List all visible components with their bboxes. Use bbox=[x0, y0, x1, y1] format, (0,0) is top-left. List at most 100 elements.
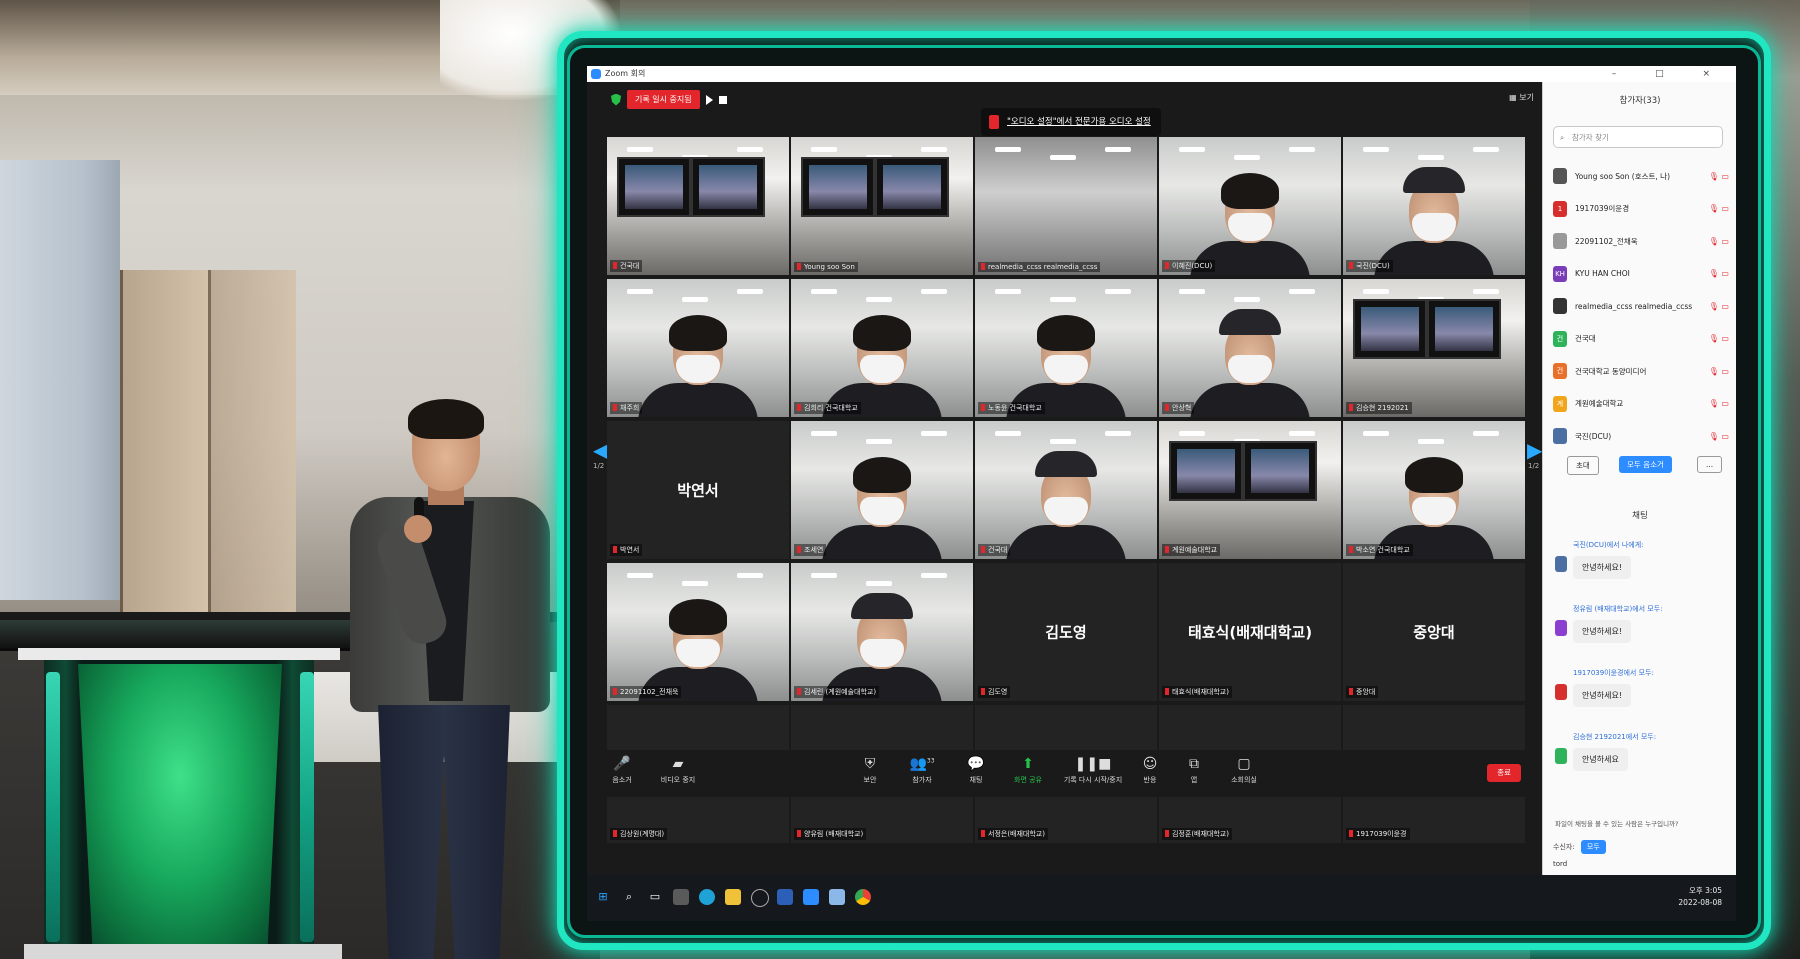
muted-mic-video-icon[interactable]: 🎙 ▭ bbox=[1709, 302, 1729, 311]
breakout-rooms-button[interactable]: ▢ 소회의실 bbox=[1219, 756, 1269, 785]
participant-name-label: 김상원(계명대) bbox=[610, 828, 668, 840]
task-view-icon[interactable]: ▭ bbox=[647, 889, 663, 905]
participant-video-tile[interactable]: 이혜진(DCU) bbox=[1159, 137, 1341, 275]
ceiling-light bbox=[627, 573, 653, 578]
ceiling-light bbox=[1289, 289, 1315, 294]
participant-video-tile[interactable]: 채주희 bbox=[607, 279, 789, 417]
shield-icon[interactable] bbox=[611, 93, 621, 106]
chat-input[interactable]: tord bbox=[1553, 860, 1567, 868]
camera-feed bbox=[1343, 137, 1525, 275]
participants-button[interactable]: 👥33 참가자 bbox=[897, 756, 947, 785]
avatar: 계 bbox=[1553, 395, 1567, 412]
audio-notice[interactable]: "오디오 설정"에서 전문가용 오디오 설정 bbox=[981, 108, 1161, 136]
ceiling-light bbox=[995, 289, 1021, 294]
muted-mic-video-icon[interactable]: 🎙 ▭ bbox=[1709, 204, 1729, 213]
stop-recording-icon[interactable] bbox=[718, 95, 727, 104]
participant-video-tile[interactable]: 국진(DCU) bbox=[1343, 137, 1525, 275]
resume-recording-icon[interactable] bbox=[705, 94, 713, 105]
search-icon: ⌕ bbox=[1560, 133, 1565, 142]
muted-mic-video-icon[interactable]: 🎙 ▭ bbox=[1709, 367, 1729, 376]
participant-name: 건국대학교 동양미디어 bbox=[1575, 366, 1647, 376]
view-button[interactable]: ▦ 보기 bbox=[1509, 92, 1534, 103]
window-controls[interactable]: – □ × bbox=[1612, 66, 1728, 82]
participant-video-tile[interactable]: Young soo Son bbox=[791, 137, 973, 275]
participant-list-item[interactable]: 건 건국대학교 동양미디어 🎙 ▭ bbox=[1553, 355, 1729, 388]
word-icon[interactable] bbox=[777, 889, 793, 905]
muted-mic-video-icon[interactable]: 🎙 ▭ bbox=[1709, 269, 1729, 278]
security-button[interactable]: ⛨ 보안 bbox=[845, 756, 895, 785]
mute-button[interactable]: 🎤 음소거 bbox=[597, 756, 647, 785]
participant-video-tile[interactable]: 노동윤 건국대학교 bbox=[975, 279, 1157, 417]
muted-mic-video-icon[interactable]: 🎙 ▭ bbox=[1709, 432, 1729, 441]
close-button[interactable]: × bbox=[1702, 69, 1728, 79]
chat-sender[interactable]: 정유림 (배재대학교)에서 모두: bbox=[1573, 604, 1727, 614]
participant-hair bbox=[1221, 173, 1279, 209]
maximize-button[interactable]: □ bbox=[1655, 69, 1682, 79]
chat-sender[interactable]: 1917039이윤경에서 모두: bbox=[1573, 668, 1727, 678]
participant-video-tile[interactable]: 태효식(배재대학교) 태효식(배재대학교) bbox=[1159, 563, 1341, 701]
participant-video-tile[interactable]: realmedia_ccss realmedia_ccss bbox=[975, 137, 1157, 275]
participant-list-item[interactable]: 계 계원예술대학교 🎙 ▭ bbox=[1553, 388, 1729, 421]
end-meeting-button[interactable]: 종료 bbox=[1487, 764, 1521, 782]
apps-button[interactable]: ⧉ 앱 bbox=[1169, 756, 1219, 785]
participant-list-item[interactable]: Young soo Son (호스트, 나) 🎙 ▭ bbox=[1553, 160, 1729, 193]
participant-list-item[interactable]: KH KYU HAN CHOI 🎙 ▭ bbox=[1553, 258, 1729, 291]
chrome-icon[interactable] bbox=[855, 889, 871, 905]
participant-name-label: 계원예술대학교 bbox=[1162, 544, 1221, 556]
camera-feed bbox=[607, 279, 789, 417]
store-icon[interactable] bbox=[673, 889, 689, 905]
participant-list-item[interactable]: 1 1917039이윤경 🎙 ▭ bbox=[1553, 193, 1729, 226]
participant-list-item[interactable]: realmedia_ccss realmedia_ccss 🎙 ▭ bbox=[1553, 290, 1729, 323]
mute-all-button[interactable]: 모두 음소거 bbox=[1619, 456, 1672, 473]
muted-mic-video-icon[interactable]: 🎙 ▭ bbox=[1709, 237, 1729, 246]
participant-display-name: 중앙대 bbox=[1413, 623, 1455, 642]
zoom-icon[interactable] bbox=[803, 889, 819, 905]
zoom-app-icon bbox=[591, 69, 601, 79]
ceiling-light bbox=[737, 289, 763, 294]
reactions-button[interactable]: ☺ 반응 bbox=[1125, 756, 1175, 785]
participant-video-tile[interactable]: 조세연 bbox=[791, 421, 973, 559]
invite-button[interactable]: 초대 bbox=[1567, 456, 1599, 475]
participant-list-item[interactable]: 22091102_전채욱 🎙 ▭ bbox=[1553, 225, 1729, 258]
participant-video-tile[interactable]: 안상혁 bbox=[1159, 279, 1341, 417]
participant-video-tile[interactable]: 건국대 bbox=[975, 421, 1157, 559]
participant-list-item[interactable]: 건 건국대 🎙 ▭ bbox=[1553, 323, 1729, 356]
share-screen-button[interactable]: ⬆ 화면 공유 bbox=[1003, 756, 1053, 785]
participants-label: 참가자 bbox=[912, 776, 932, 784]
participant-search-input[interactable]: ⌕ 참가자 찾기 bbox=[1553, 126, 1723, 148]
muted-mic-video-icon[interactable]: 🎙 ▭ bbox=[1709, 334, 1729, 343]
participant-video-tile[interactable]: 22091102_전채욱 bbox=[607, 563, 789, 701]
stop-video-button[interactable]: ▰ 비디오 중지 bbox=[653, 756, 703, 785]
participant-video-tile[interactable]: 계원예술대학교 bbox=[1159, 421, 1341, 559]
participant-list-item[interactable]: 국진(DCU) 🎙 ▭ bbox=[1553, 420, 1729, 453]
participant-video-tile[interactable]: 박연서 박연서 bbox=[607, 421, 789, 559]
participant-video-tile[interactable]: 김도영 김도영 bbox=[975, 563, 1157, 701]
participant-video-tile[interactable]: 박소연 건국대학교 bbox=[1343, 421, 1525, 559]
chat-sender[interactable]: 국진(DCU)에서 나에게: bbox=[1573, 540, 1727, 550]
chat-sender[interactable]: 김승현 2192021에서 모두: bbox=[1573, 732, 1727, 742]
explorer-icon[interactable] bbox=[725, 889, 741, 905]
participant-name-label: 채주희 bbox=[610, 402, 643, 414]
minimize-button[interactable]: – bbox=[1612, 69, 1635, 79]
app-icon[interactable] bbox=[751, 889, 769, 907]
participant-video-tile[interactable]: 건국대 bbox=[607, 137, 789, 275]
chat-button[interactable]: 💬 채팅 bbox=[951, 756, 1001, 785]
notes-icon[interactable] bbox=[829, 889, 845, 905]
participant-video-tile[interactable]: 김희리 건국대학교 bbox=[791, 279, 973, 417]
participant-video-tile[interactable]: 김승현 2192021 bbox=[1343, 279, 1525, 417]
search-icon[interactable]: ⌕ bbox=[621, 889, 637, 905]
recipient-select[interactable]: 모두 bbox=[1580, 840, 1606, 854]
share-screen-icon: ⬆ bbox=[1022, 756, 1034, 772]
more-button[interactable]: ... bbox=[1697, 456, 1723, 473]
participant-video-tile[interactable]: 중앙대 중앙대 bbox=[1343, 563, 1525, 701]
start-icon[interactable]: ⊞ bbox=[595, 889, 611, 905]
muted-mic-video-icon[interactable]: 🎙 ▭ bbox=[1709, 399, 1729, 408]
chat-visibility-note[interactable]: 파일이 채팅을 볼 수 있는 사람은 누구입니까? bbox=[1555, 818, 1679, 828]
record-button[interactable]: ❚❚■ 기록 다시 시작/중지 bbox=[1063, 756, 1123, 785]
camera-feed bbox=[975, 279, 1157, 417]
display-screen bbox=[1427, 299, 1501, 359]
edge-icon[interactable] bbox=[699, 889, 715, 905]
participant-video-tile[interactable]: 김세린 (계원예술대학교) bbox=[791, 563, 973, 701]
system-clock[interactable]: 오후 3:05 2022-08-08 bbox=[1678, 885, 1722, 909]
muted-mic-video-icon[interactable]: 🎙 ▭ bbox=[1709, 172, 1729, 181]
